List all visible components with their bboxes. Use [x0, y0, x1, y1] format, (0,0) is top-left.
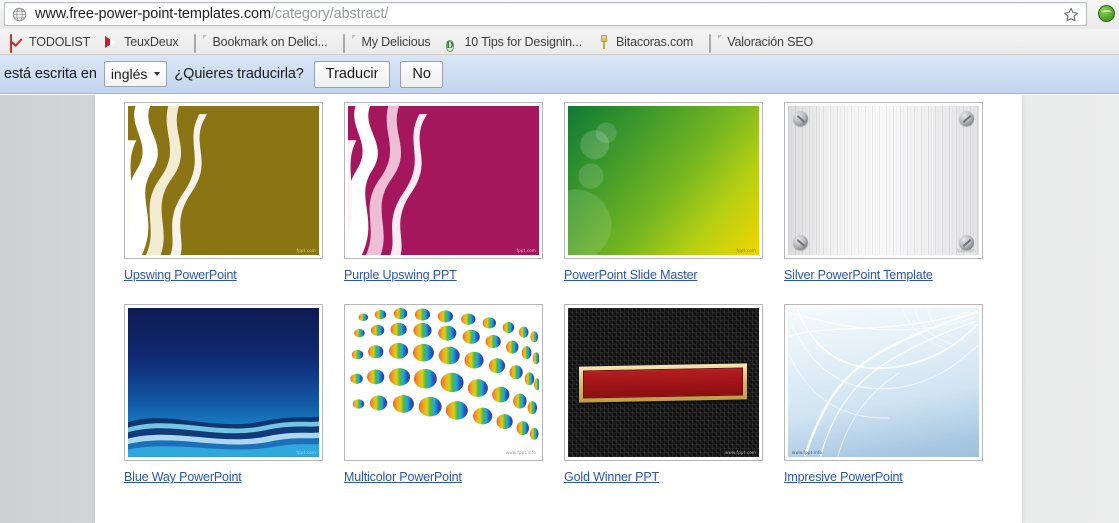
template-card: fppt.com PowerPoint Slide Master — [564, 102, 784, 282]
bookmark-delicious-bookmarklet[interactable]: Bookmark on Delici... — [189, 32, 334, 53]
thumbnail-art-gold-ribbons: fppt.com — [128, 106, 319, 255]
page-icon — [708, 33, 722, 53]
template-thumbnail-upswing[interactable]: fppt.com — [124, 102, 323, 259]
thumbnail-art-brushed-silver: fppt.com — [788, 106, 979, 255]
template-card: fppt.com Blue Way PowerPoint — [124, 304, 344, 484]
chevron-down-icon — [154, 72, 161, 76]
translate-button[interactable]: Traducir — [313, 60, 391, 88]
bookmark-bitacoras[interactable]: Bitacoras.com — [593, 32, 700, 52]
bookmark-teuxdeux[interactable]: TeuxDeux — [101, 32, 185, 52]
template-title-link[interactable]: Blue Way PowerPoint — [124, 470, 344, 484]
translate-question: ¿Quieres traducirla? — [174, 66, 304, 82]
red-arrow-icon — [105, 35, 119, 49]
letter-d-circle-icon: D — [445, 39, 455, 52]
ribbon-swirl-shape — [128, 106, 208, 255]
page-viewport: fppt.com Upswing PowerPoint fppt.com Pur… — [0, 95, 1119, 523]
page-icon — [193, 33, 207, 53]
watermark: fppt.com — [296, 248, 316, 253]
template-card: www.fppt.info Impresive PowerPoint — [784, 304, 1004, 484]
source-language-value: inglés — [110, 66, 148, 82]
bookmark-todolist[interactable]: TODOLIST — [6, 32, 97, 53]
green-extension-icon[interactable] — [1098, 5, 1115, 22]
bookmark-valoracion-seo[interactable]: Valoración SEO — [704, 32, 820, 53]
template-thumbnail-blue-way[interactable]: fppt.com — [124, 304, 323, 461]
template-card: www.fppt.info Multicolor PowerPoint — [344, 304, 564, 484]
gold-frame — [579, 362, 748, 402]
decline-translate-button[interactable]: No — [400, 60, 443, 88]
template-card: fppt.com Upswing PowerPoint — [124, 102, 344, 282]
page-content: fppt.com Upswing PowerPoint fppt.com Pur… — [95, 95, 1022, 523]
thumbnail-art-ice-swoops: www.fppt.info — [788, 308, 979, 457]
template-title-link[interactable]: Upswing PowerPoint — [124, 268, 344, 282]
template-card: fppt.com Silver PowerPoint Template — [784, 102, 1004, 282]
ribbon-swirl-shape — [348, 106, 428, 255]
thumbnail-art-green-gradient: fppt.com — [568, 106, 759, 255]
red-banner — [583, 367, 744, 398]
checkbox-icon — [10, 33, 24, 53]
wave-shape — [128, 417, 319, 457]
template-title-link[interactable]: Gold Winner PPT — [564, 470, 784, 484]
watermark: fppt.com — [516, 248, 536, 253]
thumbnail-art-carbon-banner: www.fppt.com — [568, 308, 759, 457]
template-title-link[interactable]: Multicolor PowerPoint — [344, 470, 564, 484]
translate-message: está escrita en — [4, 66, 97, 82]
globe-icon — [12, 7, 27, 22]
bookmarks-bar: TODOLIST TeuxDeux Bookmark on Delici... … — [0, 29, 1119, 55]
url-bar: www.free-power-point-templates.com/categ… — [0, 0, 1119, 30]
template-title-link[interactable]: Silver PowerPoint Template — [784, 268, 1004, 282]
screw-icon — [793, 235, 808, 250]
template-title-link[interactable]: Impresive PowerPoint — [784, 470, 1004, 484]
source-language-select[interactable]: inglés — [103, 61, 168, 87]
address-bar[interactable]: www.free-power-point-templates.com/categ… — [4, 2, 1087, 26]
template-thumbnail-gold-winner[interactable]: www.fppt.com — [564, 304, 763, 461]
template-gallery-grid: fppt.com Upswing PowerPoint fppt.com Pur… — [124, 102, 1014, 506]
screw-icon — [959, 235, 974, 250]
screw-icon — [793, 111, 808, 126]
page-icon — [342, 33, 356, 53]
screw-icon — [959, 111, 974, 126]
star-bookmark-icon[interactable] — [1062, 6, 1080, 24]
template-title-link[interactable]: Purple Upswing PPT — [344, 268, 564, 282]
template-title-link[interactable]: PowerPoint Slide Master — [564, 268, 784, 282]
template-thumbnail-silver[interactable]: fppt.com — [784, 102, 983, 259]
template-card: www.fppt.com Gold Winner PPT — [564, 304, 784, 484]
template-card: fppt.com Purple Upswing PPT — [344, 102, 564, 282]
bookmark-my-delicious[interactable]: My Delicious — [338, 32, 437, 53]
thumbnail-art-blue-waves: fppt.com — [128, 308, 319, 457]
translate-infobar: está escrita en inglés ¿Quieres traducir… — [0, 55, 1119, 94]
bookmark-10-tips[interactable]: D 10 Tips for Designin... — [442, 32, 589, 52]
thumbnail-art-rainbow-dots: www.fppt.info — [348, 308, 539, 457]
template-thumbnail-multicolor[interactable]: www.fppt.info — [344, 304, 543, 461]
halftone-dot-grid — [350, 308, 539, 440]
template-thumbnail-impresive[interactable]: www.fppt.info — [784, 304, 983, 461]
watermark: www.fppt.com — [725, 450, 756, 455]
url-text: www.free-power-point-templates.com/categ… — [35, 6, 388, 22]
template-thumbnail-purple-upswing[interactable]: fppt.com — [344, 102, 543, 259]
url-domain: www.free-power-point-templates.com — [35, 6, 271, 22]
thumbnail-art-purple-ribbons: fppt.com — [348, 106, 539, 255]
url-path: /category/abstract/ — [270, 6, 389, 22]
watermark: fppt.com — [736, 248, 756, 253]
pin-icon — [597, 35, 611, 49]
template-thumbnail-slide-master[interactable]: fppt.com — [564, 102, 763, 259]
browser-window: www.free-power-point-templates.com/categ… — [0, 0, 1119, 523]
swoop-curves — [788, 308, 979, 457]
